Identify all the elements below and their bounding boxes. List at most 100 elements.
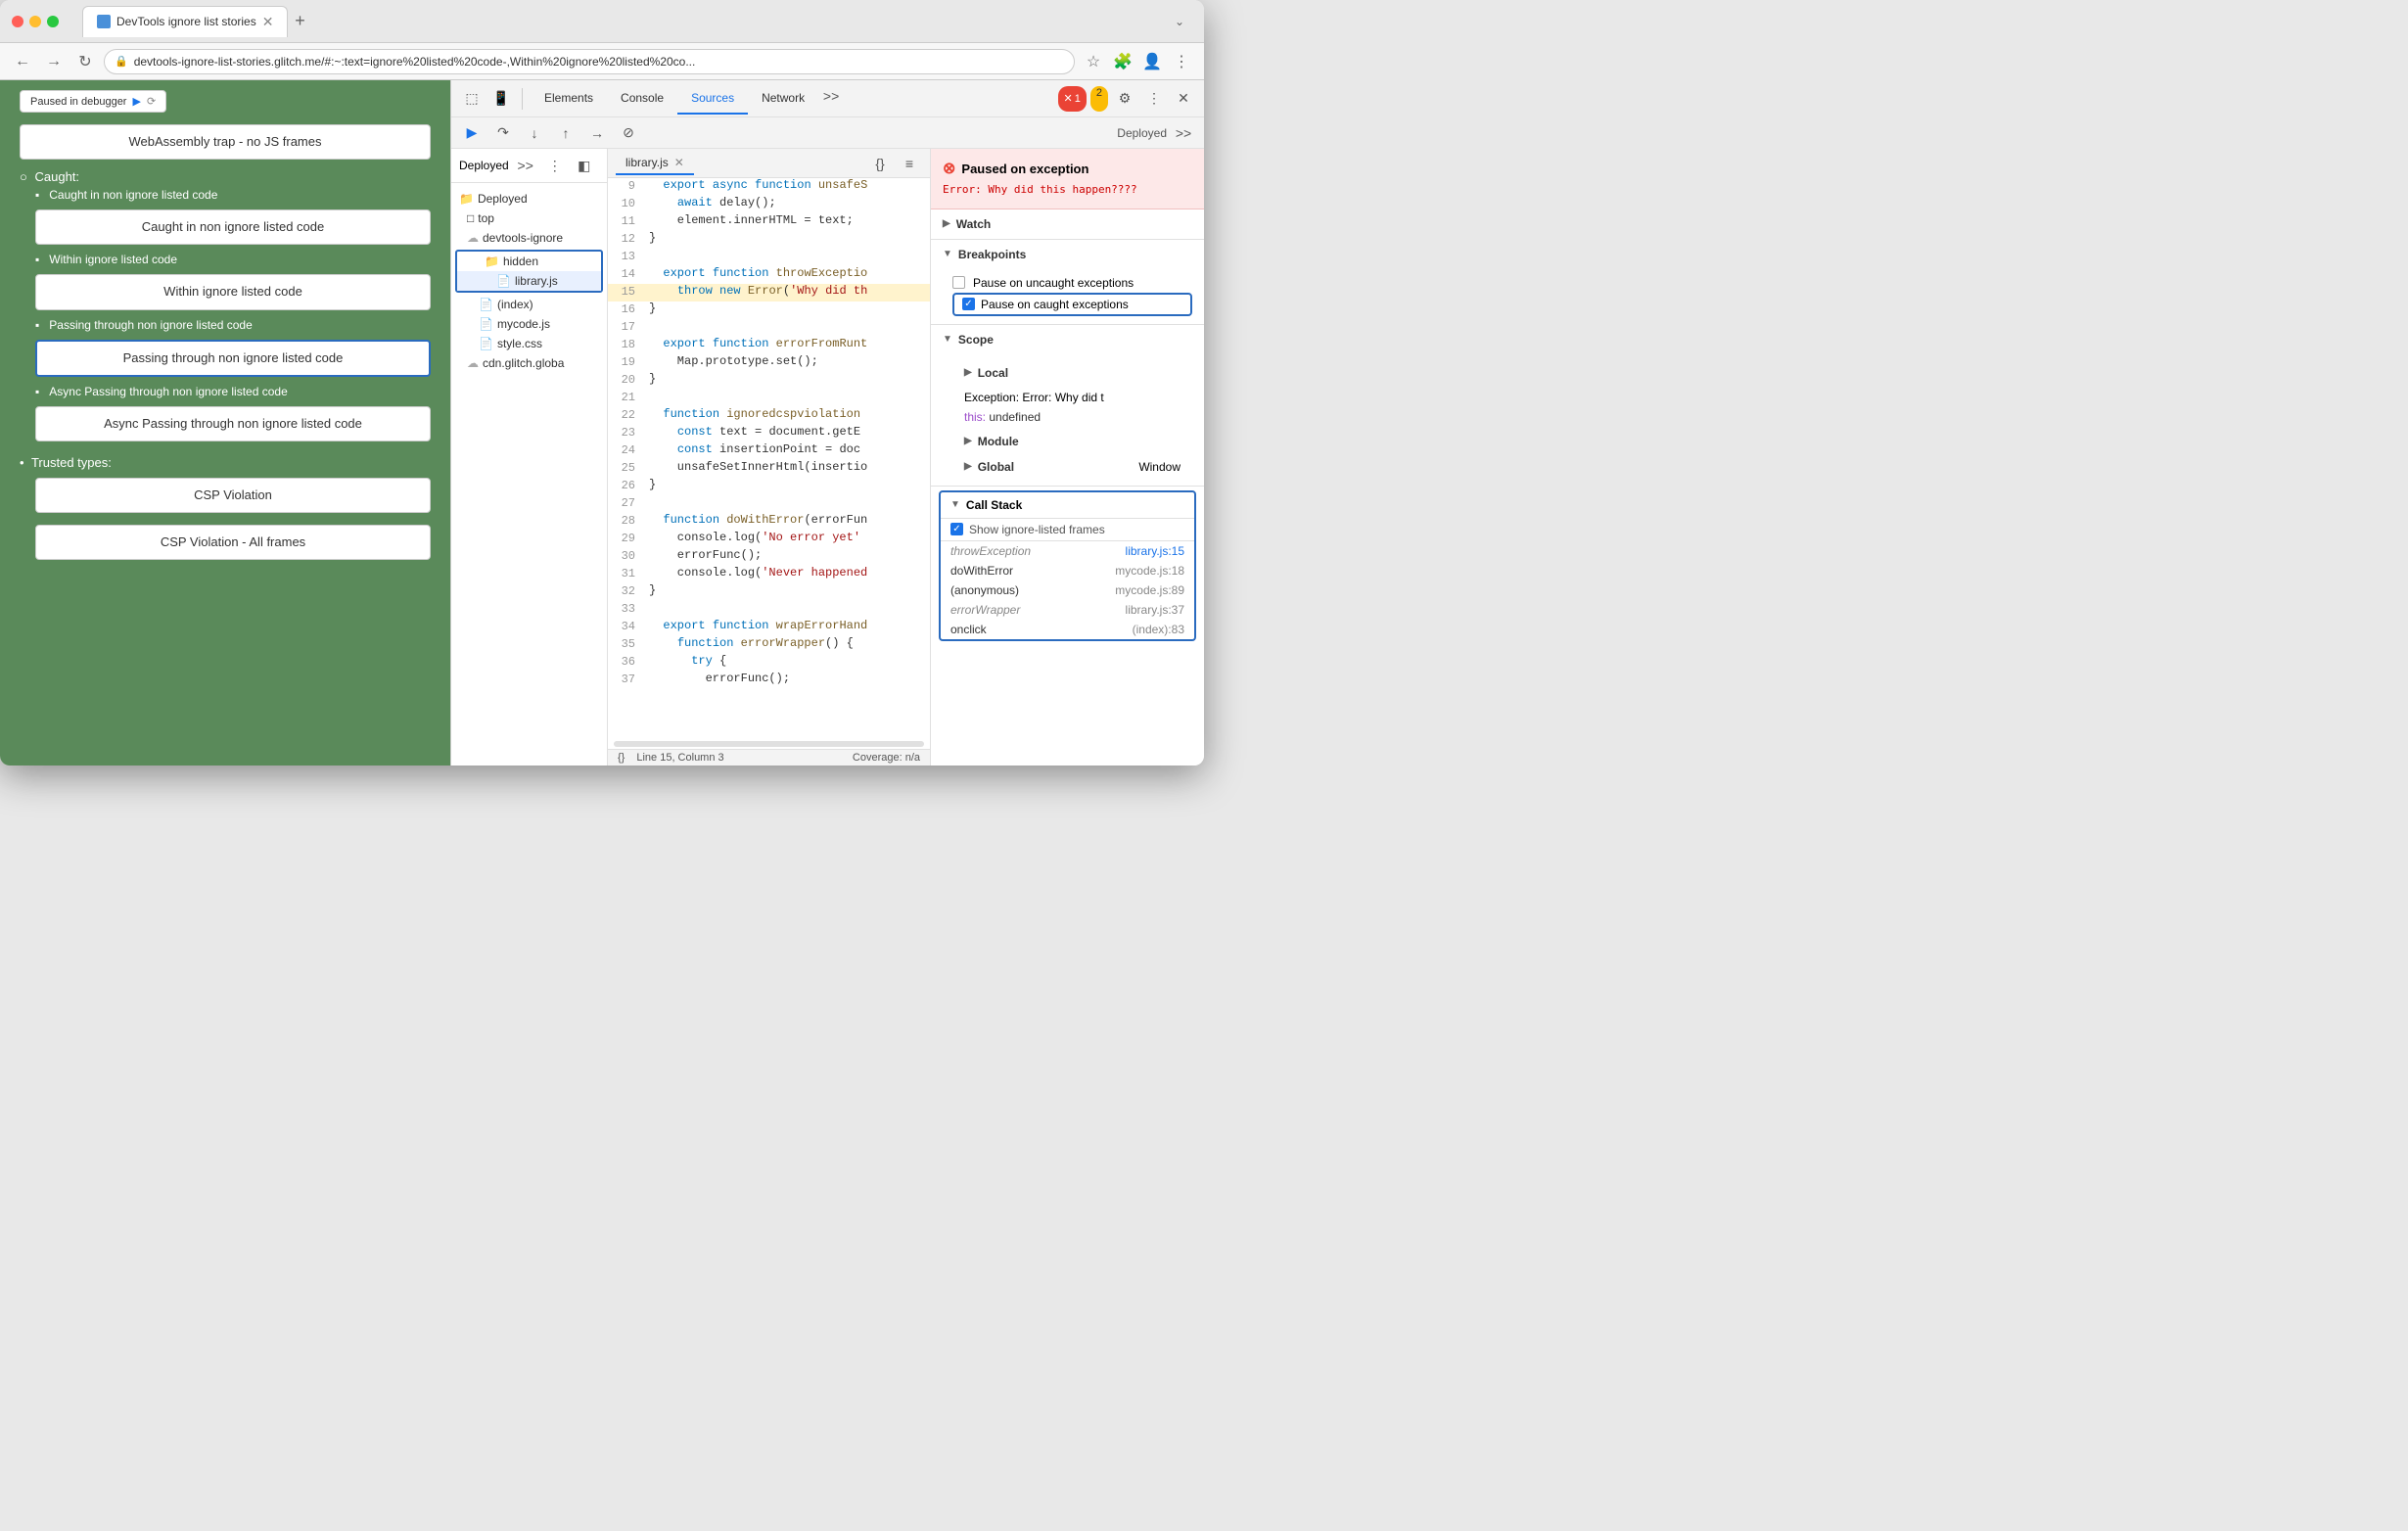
device-toolbar-icon[interactable]: 📱 — [488, 86, 514, 112]
cs-row-1[interactable]: doWithError mycode.js:18 — [941, 561, 1194, 580]
caught-non-ignore-button[interactable]: Caught in non ignore listed code — [35, 209, 431, 245]
mycode-icon: 📄 — [479, 317, 493, 331]
step-over-icon[interactable]: ↷ — [490, 120, 516, 146]
csp-violation-button[interactable]: CSP Violation — [35, 478, 431, 513]
cs-row-0[interactable]: throwException library.js:15 — [941, 541, 1194, 561]
extension-icon[interactable]: 🧩 — [1110, 49, 1135, 74]
browser-tab[interactable]: DevTools ignore list stories ✕ — [82, 6, 288, 37]
tab-sources[interactable]: Sources — [677, 83, 748, 115]
ft-library-js[interactable]: 📄 library.js — [457, 271, 601, 291]
deactivate-breakpoints-icon[interactable]: ⊘ — [616, 120, 641, 146]
deployed-icon: 📁 — [459, 192, 474, 206]
back-button[interactable]: ← — [10, 49, 35, 74]
trusted-subsection: CSP Violation CSP Violation - All frames — [35, 474, 431, 568]
more-options-icon[interactable]: ⋮ — [1141, 86, 1167, 112]
within-ignore-button[interactable]: Within ignore listed code — [35, 274, 431, 309]
pause-caught-item[interactable]: ✓ Pause on caught exceptions — [952, 293, 1192, 316]
breakpoints-header[interactable]: ▼ Breakpoints — [931, 240, 1204, 269]
line-content-19: Map.prototype.set(); — [643, 354, 930, 372]
devtools-toolbar: ⬚ 📱 Elements Console Sources Network >> … — [451, 80, 1204, 117]
step-out-icon[interactable]: ↑ — [553, 120, 579, 146]
line-num-22: 22 — [608, 407, 643, 425]
toggle-sidebar-icon[interactable]: ◧ — [572, 153, 597, 178]
resume-icon[interactable]: ▶ — [459, 120, 485, 146]
module-header[interactable]: ▶ Module — [952, 427, 1192, 456]
local-scope-body: Exception: Error: Why did t this: undefi… — [952, 388, 1192, 427]
ft-style-css[interactable]: 📄 style.css — [451, 334, 607, 353]
page-label[interactable]: Deployed — [1117, 126, 1167, 140]
show-ignore-frames[interactable]: ✓ Show ignore-listed frames — [941, 519, 1194, 541]
play-icon: ▶ — [132, 95, 140, 108]
code-line-19: 19 Map.prototype.set(); — [608, 354, 930, 372]
window-menu-icon[interactable]: ⌄ — [1175, 15, 1192, 28]
paused-badge: Paused in debugger ▶ ⟳ — [20, 90, 166, 113]
cs-row-4[interactable]: onclick (index):83 — [941, 620, 1194, 639]
pause-uncaught-checkbox[interactable] — [952, 276, 965, 289]
editor-status: {} Line 15, Column 3 Coverage: n/a — [608, 749, 930, 766]
ft-index[interactable]: 📄 (index) — [451, 295, 607, 314]
settings-icon[interactable]: ⚙ — [1112, 86, 1137, 112]
local-header[interactable]: ▶ Local — [952, 358, 1192, 388]
close-devtools-icon[interactable]: ✕ — [1171, 86, 1196, 112]
line-content-34: export function wrapErrorHand — [643, 619, 930, 636]
passing-through-button[interactable]: Passing through non ignore listed code — [35, 340, 431, 377]
call-stack-chevron-icon: ▼ — [950, 499, 960, 510]
editor-tab-library[interactable]: library.js ✕ — [616, 152, 694, 175]
editor-tab-close-icon[interactable]: ✕ — [674, 156, 684, 169]
csp-violation-all-button[interactable]: CSP Violation - All frames — [35, 525, 431, 560]
more-sources-icon[interactable]: >> — [1171, 120, 1196, 146]
line-num-18: 18 — [608, 337, 643, 354]
ft-top[interactable]: □ top — [451, 209, 607, 228]
reload-button[interactable]: ↻ — [72, 49, 98, 74]
ft-cdn[interactable]: ☁ cdn.glitch.globa — [451, 353, 607, 373]
bookmark-icon[interactable]: ☆ — [1081, 49, 1106, 74]
call-stack-label: Call Stack — [966, 498, 1022, 512]
exception-message: Error: Why did this happen???? — [943, 182, 1192, 199]
tab-elements[interactable]: Elements — [531, 83, 607, 115]
line-num-11: 11 — [608, 213, 643, 231]
pretty-print-icon[interactable]: {} — [867, 151, 893, 176]
top-icon: □ — [467, 211, 474, 225]
address-bar[interactable]: 🔒 devtools-ignore-list-stories.glitch.me… — [104, 49, 1075, 74]
nav-bar: ← → ↻ 🔒 devtools-ignore-list-stories.gli… — [0, 43, 1204, 80]
forward-button[interactable]: → — [41, 49, 67, 74]
line-num-31: 31 — [608, 566, 643, 583]
ft-deployed[interactable]: 📁 Deployed — [451, 189, 607, 209]
sources-sidebar: Deployed >> ⋮ ◧ 📁 Deployed □ top — [451, 149, 608, 766]
cs-row-3[interactable]: errorWrapper library.js:37 — [941, 600, 1194, 620]
pause-caught-checkbox[interactable]: ✓ — [962, 298, 975, 310]
menu-icon[interactable]: ⋮ — [1169, 49, 1194, 74]
folder-icon: 📁 — [485, 255, 499, 268]
scope-header[interactable]: ▼ Scope — [931, 325, 1204, 354]
step-icon[interactable]: → — [584, 120, 610, 146]
minimize-button[interactable] — [29, 16, 41, 27]
new-tab-button[interactable]: + — [288, 10, 311, 33]
call-stack-header[interactable]: ▼ Call Stack — [941, 492, 1194, 519]
watch-header[interactable]: ▶ Watch — [931, 209, 1204, 239]
global-header[interactable]: ▶ Global — [964, 460, 1014, 474]
maximize-button[interactable] — [47, 16, 59, 27]
tab-console[interactable]: Console — [607, 83, 677, 115]
navigator-icon[interactable]: ≡ — [897, 151, 922, 176]
editor-scrollbar[interactable] — [614, 741, 924, 747]
sources-tab-bar: Deployed >> — [1117, 120, 1196, 146]
async-passing-button[interactable]: Async Passing through non ignore listed … — [35, 406, 431, 441]
customize-nav-icon[interactable]: ⋮ — [542, 153, 568, 178]
profile-icon[interactable]: 👤 — [1139, 49, 1165, 74]
scope-chevron-icon: ▼ — [943, 334, 952, 345]
ft-mycode-js[interactable]: 📄 mycode.js — [451, 314, 607, 334]
more-tabs-icon[interactable]: >> — [818, 83, 844, 109]
inspect-element-icon[interactable]: ⬚ — [459, 86, 485, 112]
line-content-17 — [643, 319, 930, 337]
tab-network[interactable]: Network — [748, 83, 818, 115]
ft-hidden[interactable]: 📁 hidden — [457, 252, 601, 271]
more-nav-icon[interactable]: >> — [513, 153, 538, 178]
step-into-icon[interactable]: ↓ — [522, 120, 547, 146]
ft-devtools-ignore[interactable]: ☁ devtools-ignore — [451, 228, 607, 248]
cs-fn-1: doWithError — [950, 564, 1013, 578]
show-ignore-checkbox[interactable]: ✓ — [950, 523, 963, 535]
cs-row-2[interactable]: (anonymous) mycode.js:89 — [941, 580, 1194, 600]
warn-count-badge: 2 — [1090, 86, 1108, 112]
close-button[interactable] — [12, 16, 23, 27]
tab-close-icon[interactable]: ✕ — [262, 14, 274, 30]
